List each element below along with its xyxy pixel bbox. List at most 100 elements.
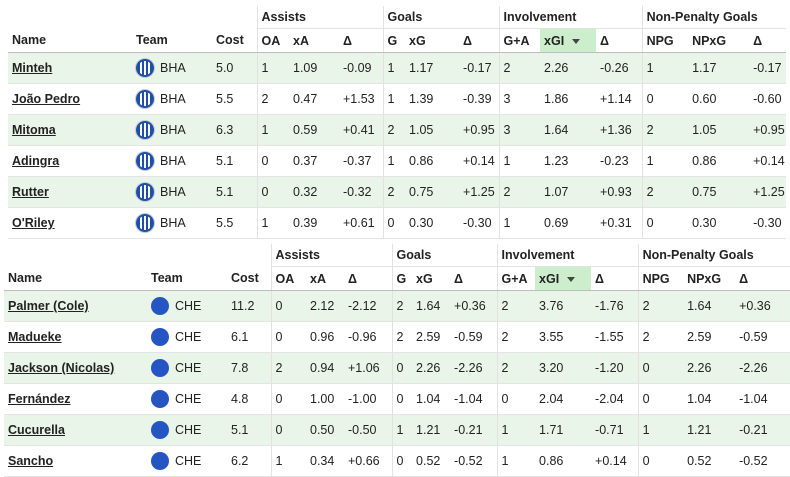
col-name[interactable]: Name — [8, 28, 132, 53]
player-name-link[interactable]: Cucurella — [8, 423, 65, 437]
player-name-link[interactable]: Madueke — [8, 330, 62, 344]
npg-delta-cell: -2.26 — [735, 352, 790, 384]
col-xg[interactable]: xG — [412, 266, 451, 291]
col-npg-delta[interactable]: Δ — [749, 28, 787, 53]
name-cell: Cucurella — [4, 414, 147, 446]
g-cell: 2 — [391, 321, 413, 353]
team-label: BHA — [160, 92, 186, 106]
col-name[interactable]: Name — [4, 266, 147, 291]
name-cell: Minteh — [8, 52, 132, 84]
col-cost[interactable]: Cost — [212, 28, 257, 53]
xa-cell: 0.37 — [289, 145, 339, 177]
col-g[interactable]: G — [391, 266, 413, 291]
xa-cell: 0.94 — [306, 352, 344, 384]
player-name-link[interactable]: Minteh — [12, 61, 52, 75]
col-xa[interactable]: xA — [289, 28, 339, 53]
player-name-link[interactable]: Jackson (Nicolas) — [8, 361, 114, 375]
team-label: BHA — [160, 216, 186, 230]
col-xgi-sorted[interactable]: xGI — [540, 28, 597, 53]
bha-players-table: Assists Goals Involvement Non-Penalty Go… — [8, 6, 787, 239]
team-label: CHE — [175, 392, 202, 406]
xa-cell: 0.50 — [306, 414, 344, 446]
col-xa[interactable]: xA — [306, 266, 344, 291]
involvement-delta-cell: +1.14 — [596, 83, 643, 115]
ga-cell: 1 — [498, 207, 541, 239]
cost-cell: 6.1 — [227, 321, 271, 353]
player-name-link[interactable]: Fernández — [8, 392, 71, 406]
npg-cell: 0 — [641, 83, 689, 115]
table-row: Minteh BHA 5.0 1 1.09 -0.09 1 1.17 -0.17 2 2.26 -0.… — [8, 52, 787, 84]
xg-cell: 2.26 — [412, 352, 451, 384]
col-involvement-delta[interactable]: Δ — [596, 28, 643, 53]
col-assists-delta[interactable]: Δ — [339, 28, 384, 53]
xa-cell: 0.59 — [289, 114, 339, 146]
brighton-badge-icon — [136, 59, 154, 77]
col-xgi-sorted[interactable]: xGI — [535, 266, 592, 291]
player-name-link[interactable]: Sancho — [8, 454, 53, 468]
npg-delta-cell: -0.30 — [749, 207, 787, 239]
player-name-link[interactable]: Adingra — [12, 154, 59, 168]
table-row: Mitoma BHA 6.3 1 0.59 +0.41 2 1.05 +0.95 3 1.64 +1.… — [8, 114, 787, 146]
npxg-cell: 0.86 — [688, 145, 750, 177]
col-cost[interactable]: Cost — [227, 266, 271, 291]
col-oa[interactable]: OA — [270, 266, 306, 291]
col-g[interactable]: G — [382, 28, 406, 53]
npg-delta-cell: +1.25 — [749, 176, 787, 208]
npxg-cell: 0.52 — [683, 445, 736, 477]
col-team[interactable]: Team — [147, 266, 227, 291]
oa-cell: 0 — [270, 414, 306, 446]
npg-cell: 0 — [641, 207, 689, 239]
goals-delta-cell: -0.52 — [450, 445, 498, 477]
team-cell: CHE — [147, 290, 227, 322]
oa-cell: 2 — [256, 83, 289, 115]
oa-cell: 0 — [256, 145, 289, 177]
column-header-row: Name Team Cost OA xA Δ G xG Δ G+A xGI Δ … — [4, 266, 790, 291]
xg-cell: 1.17 — [405, 52, 460, 84]
col-oa[interactable]: OA — [256, 28, 289, 53]
sort-desc-icon — [572, 38, 581, 44]
oa-cell: 0 — [256, 176, 289, 208]
oa-cell: 0 — [270, 383, 306, 415]
col-xg[interactable]: xG — [405, 28, 460, 53]
col-npg-delta[interactable]: Δ — [735, 266, 790, 291]
player-name-link[interactable]: Palmer (Cole) — [8, 299, 89, 313]
group-header-row: Assists Goals Involvement Non-Penalty Go… — [8, 6, 787, 29]
col-ga[interactable]: G+A — [498, 28, 541, 53]
col-npg[interactable]: NPG — [637, 266, 684, 291]
team-label: CHE — [175, 454, 202, 468]
involvement-delta-cell: -2.04 — [591, 383, 639, 415]
col-npxg[interactable]: NPxG — [683, 266, 736, 291]
col-npg[interactable]: NPG — [641, 28, 689, 53]
team-cell: BHA — [132, 207, 212, 239]
npxg-cell: 1.17 — [688, 52, 750, 84]
table-row: Jackson (Nicolas) CHE 7.8 2 0.94 +1.06 0 2.26 -2… — [4, 352, 790, 384]
npg-cell: 1 — [637, 414, 684, 446]
col-team[interactable]: Team — [132, 28, 212, 53]
xgi-cell: 1.64 — [540, 114, 597, 146]
name-cell: Fernández — [4, 383, 147, 415]
involvement-delta-cell: -0.23 — [596, 145, 643, 177]
cost-cell: 7.8 — [227, 352, 271, 384]
xg-cell: 1.21 — [412, 414, 451, 446]
involvement-delta-cell: +0.31 — [596, 207, 643, 239]
involvement-delta-cell: -1.76 — [591, 290, 639, 322]
name-cell: O'Riley — [8, 207, 132, 239]
col-xgi-label: xGI — [539, 271, 560, 286]
chelsea-badge-icon — [151, 359, 169, 377]
assists-delta-cell: -2.12 — [344, 290, 393, 322]
assists-delta-cell: +1.53 — [339, 83, 384, 115]
col-npxg[interactable]: NPxG — [688, 28, 750, 53]
player-name-link[interactable]: Mitoma — [12, 123, 56, 137]
col-ga[interactable]: G+A — [496, 266, 536, 291]
col-goals-delta[interactable]: Δ — [450, 266, 498, 291]
involvement-delta-cell: -1.20 — [591, 352, 639, 384]
g-cell: 1 — [382, 52, 406, 84]
col-goals-delta[interactable]: Δ — [459, 28, 500, 53]
player-name-link[interactable]: Rutter — [12, 185, 49, 199]
involvement-delta-cell: +1.36 — [596, 114, 643, 146]
player-name-link[interactable]: O'Riley — [12, 216, 55, 230]
col-assists-delta[interactable]: Δ — [344, 266, 393, 291]
player-name-link[interactable]: João Pedro — [12, 92, 80, 106]
col-involvement-delta[interactable]: Δ — [591, 266, 639, 291]
xg-cell: 0.30 — [405, 207, 460, 239]
